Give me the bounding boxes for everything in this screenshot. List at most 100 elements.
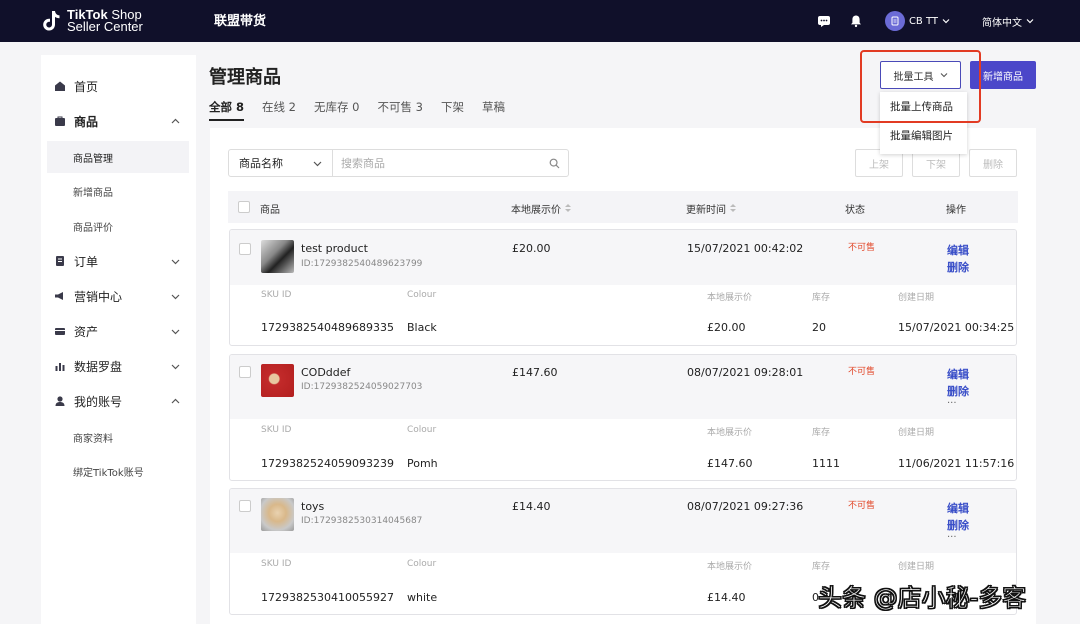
product-id: ID:1729382530314045687 [301, 516, 423, 526]
sidebar-item-marketing[interactable]: 营销中心 [41, 279, 196, 313]
sku-header-price: 本地展示价 [707, 428, 753, 438]
menu-item-batch-edit-images[interactable]: 批量编辑图片 [880, 121, 967, 150]
product-name[interactable]: test product [301, 242, 368, 255]
sidebar-item-assets[interactable]: 资产 [41, 314, 196, 348]
page-title: 管理商品 [209, 67, 281, 88]
sku-price: £147.60 [707, 457, 753, 470]
sidebar-item-orders[interactable]: 订单 [41, 244, 196, 278]
sidebar-item-merchant-info[interactable]: 商家资料 [47, 421, 189, 453]
product-row: test product ID:1729382540489623799 £20.… [229, 229, 1017, 346]
row-checkbox[interactable] [239, 500, 251, 512]
edit-link[interactable]: 编辑 [947, 242, 969, 258]
column-updated-label: 更新时间 [686, 205, 726, 216]
product-id: ID:1729382524059027703 [301, 382, 423, 392]
sku-stock: 1111 [812, 457, 840, 470]
column-updated[interactable]: 更新时间 [686, 201, 736, 216]
chevron-down-icon [1026, 19, 1034, 24]
table-header: 商品 本地展示价 更新时间 状态 操作 [228, 191, 1018, 223]
megaphone-icon [55, 292, 63, 300]
sku-created: 11/06/2021 11:57:16 [898, 457, 1015, 470]
search-bar: 商品名称 搜索商品 [228, 149, 569, 177]
sku-header-id: SKU ID [261, 425, 292, 435]
bell-icon[interactable] [847, 12, 865, 30]
column-price[interactable]: 本地展示价 [511, 201, 571, 216]
column-price-label: 本地展示价 [511, 205, 561, 216]
product-name[interactable]: CODddef [301, 366, 350, 379]
product-price: £14.40 [512, 500, 551, 513]
sku-stock: 20 [812, 321, 826, 334]
delete-link[interactable]: 删除 [947, 259, 969, 275]
sku-header-colour: Colour [407, 425, 437, 435]
tiktok-logo-icon [43, 11, 60, 31]
sku-header-id: SKU ID [261, 290, 292, 300]
sku-colour: Pomh [407, 457, 438, 470]
sidebar-item-product-manage[interactable]: 商品管理 [47, 141, 189, 173]
chevron-down-icon [171, 294, 180, 299]
nav-affiliate-link[interactable]: 联盟带货 [214, 10, 266, 29]
language-selector[interactable]: 简体中文 [982, 14, 1034, 29]
sku-header-id: SKU ID [261, 559, 292, 569]
search-icon[interactable] [540, 158, 568, 169]
sku-header-colour: Colour [407, 290, 437, 300]
sidebar-item-label: 商品 [74, 114, 99, 129]
account-name: CB TT [908, 15, 938, 27]
product-updated: 08/07/2021 09:27:36 [687, 500, 804, 513]
sku-header-created: 创建日期 [898, 293, 935, 303]
tab-online[interactable]: 在线 2 [262, 99, 296, 117]
search-input[interactable]: 搜索商品 [333, 155, 540, 171]
sidebar-item-data-compass[interactable]: 数据罗盘 [41, 349, 196, 383]
account-menu[interactable]: CB TT [884, 11, 950, 31]
watermark: 头条 @店小秘-多客 [817, 584, 1027, 613]
chat-icon[interactable] [815, 12, 833, 30]
more-actions-icon[interactable]: ... [947, 395, 957, 406]
status-badge: 不可售 [848, 501, 876, 511]
search-field-select[interactable]: 商品名称 [229, 150, 333, 176]
sku-id: 1729382524059093239 [261, 457, 394, 470]
column-product: 商品 [260, 205, 280, 216]
tab-delisted[interactable]: 下架 [441, 99, 464, 117]
sidebar-item-bind-tiktok[interactable]: 绑定TikTok账号 [47, 455, 189, 487]
edit-link[interactable]: 编辑 [947, 366, 969, 382]
home-icon [55, 81, 65, 91]
sidebar-item-product-add[interactable]: 新增商品 [47, 175, 189, 207]
product-updated: 08/07/2021 09:28:01 [687, 366, 804, 379]
sidebar-item-my-account[interactable]: 我的账号 [41, 384, 196, 418]
product-name[interactable]: toys [301, 500, 324, 513]
sku-created: 15/07/2021 00:34:25 [898, 321, 1015, 334]
sku-colour: Black [407, 321, 437, 334]
delete-button[interactable]: 删除 [969, 149, 1017, 177]
chevron-down-icon [171, 259, 180, 264]
sidebar-item-product-review[interactable]: 商品评价 [47, 210, 189, 242]
sidebar-item-products[interactable]: 商品 [41, 104, 196, 138]
row-checkbox[interactable] [239, 243, 251, 255]
batch-tools-button[interactable]: 批量工具 [880, 61, 961, 89]
language-label: 简体中文 [982, 17, 1022, 29]
sidebar-item-home[interactable]: 首页 [41, 69, 196, 103]
row-checkbox[interactable] [239, 366, 251, 378]
edit-link[interactable]: 编辑 [947, 500, 969, 516]
select-all-checkbox[interactable] [238, 201, 250, 213]
column-actions: 操作 [946, 205, 966, 216]
tab-out-of-stock[interactable]: 无库存 0 [314, 99, 359, 117]
sku-header-stock: 库存 [812, 293, 831, 303]
tab-drafts[interactable]: 草稿 [482, 99, 505, 117]
wallet-icon [55, 328, 65, 335]
tab-all[interactable]: 全部 8 [209, 99, 245, 121]
product-price: £20.00 [512, 242, 551, 255]
status-tabs: 全部 8 在线 2 无库存 0 不可售 3 下架 草稿 [209, 99, 505, 121]
tab-unavailable[interactable]: 不可售 3 [377, 99, 422, 117]
status-badge: 不可售 [848, 243, 876, 253]
product-price: £147.60 [512, 366, 558, 379]
column-status: 状态 [845, 205, 865, 216]
sku-colour: white [407, 591, 438, 604]
product-bag-icon [55, 116, 65, 126]
avatar-icon [884, 11, 905, 31]
product-thumbnail [261, 240, 294, 273]
sku-price: £20.00 [707, 321, 746, 334]
more-actions-icon[interactable]: ... [947, 529, 957, 540]
menu-item-batch-upload[interactable]: 批量上传商品 [880, 92, 967, 121]
tiktok-shop-logo[interactable]: TikTok Shop Seller Center [40, 6, 143, 36]
product-row: CODddef ID:1729382524059027703 £147.60 0… [229, 354, 1017, 481]
add-product-button[interactable]: 新增商品 [970, 61, 1036, 89]
product-updated: 15/07/2021 00:42:02 [687, 242, 804, 255]
